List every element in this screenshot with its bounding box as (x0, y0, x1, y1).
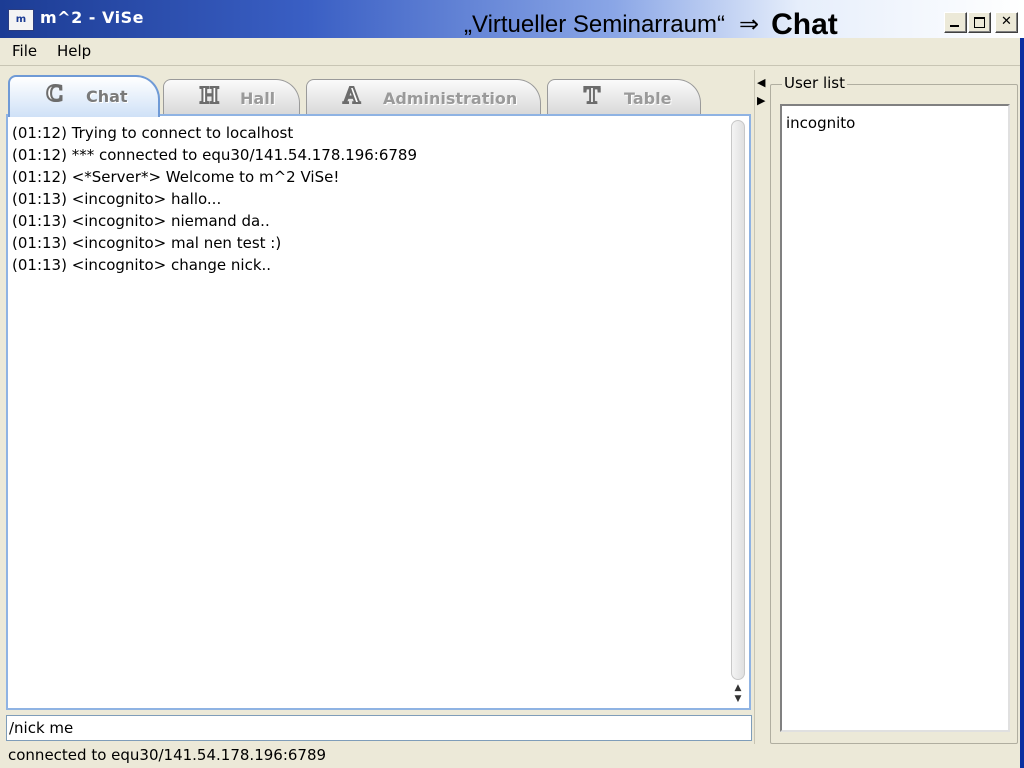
maximize-button[interactable] (968, 12, 991, 33)
chat-log-panel[interactable]: (01:12) Trying to connect to localhost (… (6, 114, 751, 710)
user-list[interactable]: incognito (780, 104, 1010, 732)
tab-administration[interactable]: A Administration (306, 79, 541, 114)
user-list-title: User list (782, 74, 847, 92)
close-icon: ✕ (1001, 14, 1012, 29)
tab-hall[interactable]: H Hall (163, 79, 300, 114)
tab-label: Table (624, 89, 672, 108)
chat-scrollbar[interactable]: ▲ ▼ (731, 120, 745, 704)
minimize-icon (950, 25, 959, 27)
maximize-icon (974, 17, 985, 28)
minimize-button[interactable] (944, 12, 967, 33)
slide-caption: „Virtueller Seminarraum“ ⇒ Chat (464, 8, 838, 42)
user-list-item[interactable]: incognito (786, 114, 855, 132)
tab-label: Administration (383, 89, 518, 108)
caption-prefix: „Virtueller Seminarraum“ (464, 11, 725, 38)
collapse-left-icon[interactable]: ◀ (757, 76, 765, 89)
menu-bar: File Help (0, 38, 1024, 66)
window-title: m^2 - ViSe (40, 8, 144, 27)
chat-log: (01:12) Trying to connect to localhost (… (12, 122, 732, 276)
menu-help[interactable]: Help (57, 42, 91, 60)
tab-label: Chat (86, 87, 128, 106)
chat-line: (01:13) <incognito> mal nen test :) (12, 234, 282, 252)
table-letter-icon: T (583, 83, 601, 109)
chat-line: (01:13) <incognito> niemand da.. (12, 212, 270, 230)
window-border (1020, 38, 1024, 768)
collapse-right-icon[interactable]: ▶ (757, 94, 765, 107)
chat-line: (01:12) Trying to connect to localhost (12, 124, 294, 142)
scroll-down-icon[interactable]: ▼ (731, 693, 745, 705)
administration-letter-icon: A (342, 83, 361, 109)
hall-letter-icon: H (199, 83, 220, 109)
caption-arrow-icon: ⇒ (738, 11, 760, 38)
chat-line: (01:12) <*Server*> Welcome to m^2 ViSe! (12, 168, 340, 186)
status-bar: connected to equ30/141.54.178.196:6789 (8, 746, 327, 764)
tab-table[interactable]: T Table (547, 79, 701, 114)
split-pane-divider[interactable]: ◀ ▶ (754, 70, 767, 744)
chat-letter-icon: C (45, 81, 64, 107)
chat-line: (01:13) <incognito> change nick.. (12, 256, 272, 274)
chat-input[interactable] (6, 715, 752, 741)
chat-line: (01:12) *** connected to equ30/141.54.17… (12, 146, 418, 164)
scroll-track[interactable] (731, 120, 745, 680)
tab-chat[interactable]: C Chat (8, 75, 160, 117)
title-bar[interactable]: m m^2 - ViSe „Virtueller Seminarraum“ ⇒ Ch… (0, 0, 1024, 41)
tab-label: Hall (240, 89, 276, 108)
menu-file[interactable]: File (12, 42, 37, 60)
caption-highlight: Chat (771, 8, 838, 41)
close-button[interactable]: ✕ (995, 12, 1018, 33)
app-icon[interactable]: m (8, 9, 34, 31)
chat-line: (01:13) <incognito> hallo... (12, 190, 222, 208)
